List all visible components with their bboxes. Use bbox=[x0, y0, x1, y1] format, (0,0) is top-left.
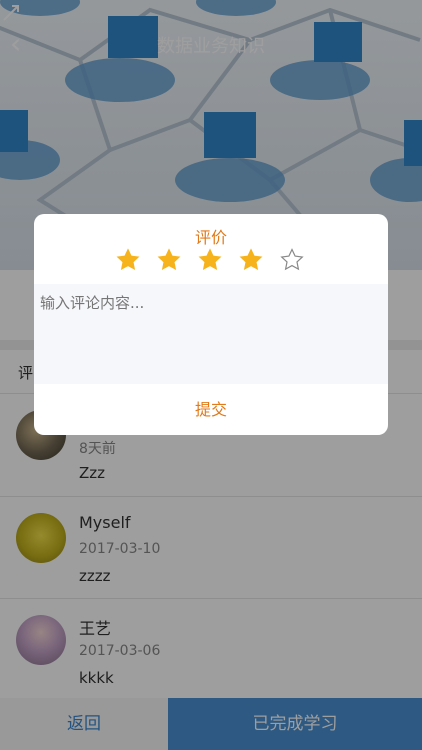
star-icon[interactable] bbox=[198, 248, 222, 272]
submit-button[interactable]: 提交 bbox=[34, 384, 388, 435]
star-icon[interactable] bbox=[239, 248, 263, 272]
star-rating[interactable] bbox=[116, 248, 306, 276]
comment-input[interactable] bbox=[34, 284, 388, 384]
dialog-title: 评价 bbox=[194, 228, 227, 247]
star-icon[interactable] bbox=[280, 248, 304, 272]
rating-dialog: 评价 提交 bbox=[34, 214, 388, 435]
star-icon[interactable] bbox=[157, 248, 181, 272]
star-icon[interactable] bbox=[116, 248, 140, 272]
